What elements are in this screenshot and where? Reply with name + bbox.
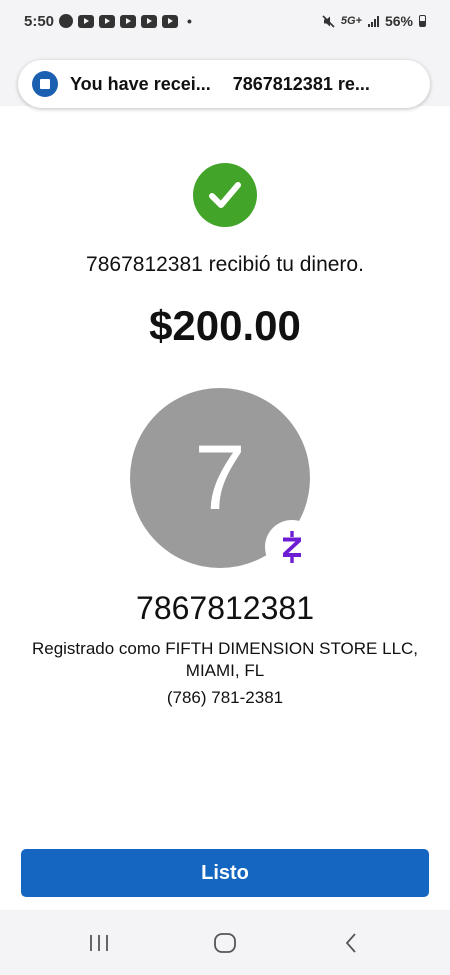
status-bar: 5:50 • 5G+ 56% — [0, 0, 450, 42]
chase-icon — [32, 71, 58, 97]
avatar-initial: 7 — [194, 426, 246, 529]
recipient-phone: (786) 781-2381 — [166, 688, 284, 707]
status-time: 5:50 — [24, 12, 55, 30]
zelle-icon — [265, 520, 319, 574]
recents-icon[interactable] — [59, 910, 139, 975]
home-icon[interactable] — [185, 910, 265, 975]
notification-app-icon — [59, 14, 74, 28]
youtube-icon — [99, 14, 116, 28]
payment-amount: $200.00 — [149, 302, 301, 349]
success-check-icon — [193, 163, 257, 227]
more-notifications-dot: • — [187, 13, 192, 29]
youtube-icon — [78, 14, 95, 28]
navigation-bar — [0, 910, 450, 975]
battery-icon — [419, 15, 426, 27]
signal-icon — [367, 15, 379, 27]
notification-text: 7867812381 re... — [232, 73, 370, 94]
status-bar-right: 5G+ 56% — [322, 13, 426, 29]
battery-percent: 56% — [384, 13, 413, 29]
notification-banner[interactable]: You have recei... 7867812381 re... — [18, 60, 430, 108]
mute-icon — [322, 14, 335, 28]
youtube-icon — [141, 14, 158, 28]
notification-title: You have recei... — [70, 73, 211, 94]
network-type: 5G+ — [340, 15, 362, 27]
youtube-icon — [162, 14, 179, 28]
registered-as-text: Registrado como FIFTH DIMENSION STORE LL… — [31, 639, 419, 680]
recipient-name: 7867812381 — [136, 590, 314, 626]
youtube-icon — [120, 14, 137, 28]
notification-area: You have recei... 7867812381 re... — [0, 42, 450, 108]
done-button[interactable]: Listo — [21, 849, 429, 897]
status-bar-left: 5:50 • — [24, 13, 192, 30]
confirmation-message: 7867812381 recibió tu dinero. — [86, 253, 364, 276]
back-icon[interactable] — [311, 910, 391, 975]
